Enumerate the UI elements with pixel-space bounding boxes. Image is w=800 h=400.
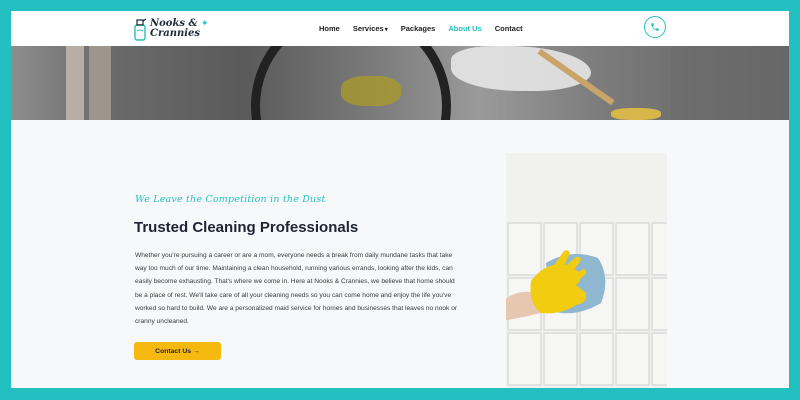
- main-nav: Home Services▾ Packages About Us Contact: [319, 11, 523, 46]
- cleaning-photo-illustration: [506, 153, 667, 388]
- phone-button[interactable]: [644, 16, 666, 38]
- chevron-down-icon: ▾: [384, 27, 388, 33]
- brand-name: Nooks & Crannies: [150, 19, 200, 39]
- cleaning-photo: [506, 153, 667, 388]
- site-header: Nooks & Crannies ✦ Home Services▾ Packag…: [11, 11, 789, 46]
- nav-item-packages[interactable]: Packages: [401, 24, 436, 33]
- nav-item-about-us[interactable]: About Us: [448, 24, 481, 33]
- intro-paragraph: Whether you're pursuing a career or are …: [135, 252, 458, 326]
- nav-item-services[interactable]: Services▾: [353, 24, 388, 33]
- tagline: We Leave the Competition in the Dust: [135, 194, 326, 205]
- nav-item-contact[interactable]: Contact: [495, 24, 523, 33]
- section-title: Trusted Cleaning Professionals: [134, 219, 359, 236]
- nav-item-home[interactable]: Home: [319, 24, 340, 33]
- hero-banner-image: [11, 46, 789, 120]
- spray-bottle-icon: [134, 18, 147, 41]
- brand-logo[interactable]: Nooks & Crannies ✦: [133, 15, 209, 43]
- arrow-right-icon: →: [193, 347, 200, 355]
- brand-name-line2: Crannies: [150, 28, 201, 39]
- nav-item-services-label: Services: [352, 24, 384, 33]
- phone-icon: [651, 23, 659, 31]
- contact-us-button-label: Contact Us: [155, 347, 192, 355]
- contact-us-button[interactable]: Contact Us →: [134, 342, 221, 360]
- page-frame: Nooks & Crannies ✦ Home Services▾ Packag…: [11, 11, 789, 388]
- sparkle-icon: ✦: [201, 17, 209, 28]
